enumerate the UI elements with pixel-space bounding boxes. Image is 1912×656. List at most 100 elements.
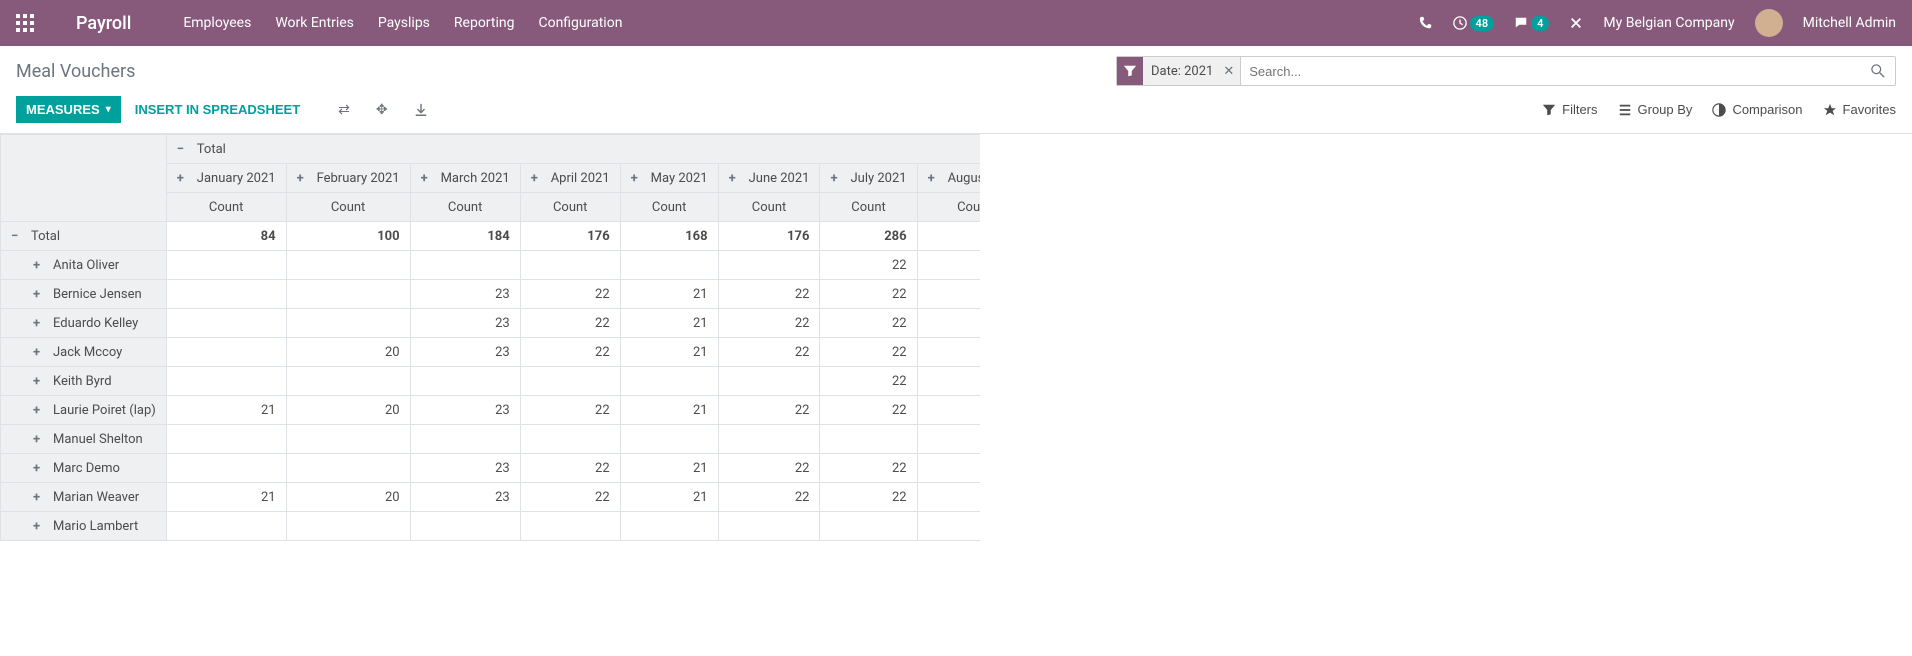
search-box: Date: 2021 ✕ [1116, 56, 1896, 86]
expand-icon[interactable]: + [729, 171, 743, 186]
pivot-cell [410, 425, 520, 454]
count-header: Count [718, 193, 820, 222]
expand-all-icon[interactable]: ✥ [368, 98, 396, 122]
user-menu[interactable]: Mitchell Admin [1803, 15, 1896, 31]
comparison-label: Comparison [1732, 102, 1802, 117]
pivot-cell: 20 [286, 338, 410, 367]
expand-icon[interactable]: + [421, 171, 435, 186]
flip-axis-icon[interactable]: ⇄ [330, 98, 358, 122]
row-header[interactable]: +Laurie Poiret (lap) [1, 396, 167, 425]
col-month-header[interactable]: +May 2021 [620, 164, 718, 193]
collapse-icon[interactable]: − [177, 142, 191, 157]
row-header[interactable]: +Bernice Jensen [1, 280, 167, 309]
col-month-header[interactable]: +February 2021 [286, 164, 410, 193]
nav-menu-payslips[interactable]: Payslips [378, 15, 430, 31]
pivot-cell: 15 [917, 251, 980, 280]
expand-icon[interactable]: + [177, 171, 191, 186]
pivot-cell: 176 [520, 222, 620, 251]
row-header[interactable]: +Manuel Shelton [1, 425, 167, 454]
pivot-cell [286, 454, 410, 483]
row-header[interactable]: +Mario Lambert [1, 512, 167, 541]
nav-right: 48 4 My Belgian Company Mitchell Admin [1419, 9, 1896, 37]
apps-icon[interactable] [16, 14, 34, 32]
pivot-cell: 22 [917, 512, 980, 541]
search-icon[interactable] [1861, 64, 1895, 79]
row-header[interactable]: +Keith Byrd [1, 367, 167, 396]
insert-spreadsheet-button[interactable]: INSERT IN SPREADSHEET [131, 96, 304, 123]
nav-menu-configuration[interactable]: Configuration [538, 15, 622, 31]
collapse-icon[interactable]: − [11, 229, 25, 244]
nav-menu-reporting[interactable]: Reporting [454, 15, 515, 31]
download-icon[interactable] [406, 98, 436, 122]
row-header[interactable]: +Marc Demo [1, 454, 167, 483]
nav-left: Payroll Employees Work Entries Payslips … [16, 13, 622, 34]
search-input[interactable] [1241, 60, 1861, 83]
row-header[interactable]: +Anita Oliver [1, 251, 167, 280]
pivot-cell [166, 512, 286, 541]
col-month-header[interactable]: +August 2021 [917, 164, 980, 193]
expand-icon[interactable]: + [33, 461, 47, 476]
pivot-cell [166, 338, 286, 367]
pivot-cell [620, 512, 718, 541]
col-month-header[interactable]: +April 2021 [520, 164, 620, 193]
expand-icon[interactable]: + [297, 171, 311, 186]
nav-menu-employees[interactable]: Employees [183, 15, 251, 31]
expand-icon[interactable]: + [33, 345, 47, 360]
expand-icon[interactable]: + [33, 490, 47, 505]
filters-button[interactable]: Filters [1542, 102, 1597, 117]
pivot-cell [286, 425, 410, 454]
facet-remove-icon[interactable]: ✕ [1221, 64, 1240, 79]
row-total-header[interactable]: −Total [1, 222, 167, 251]
expand-icon[interactable]: + [33, 316, 47, 331]
col-month-header[interactable]: +January 2021 [166, 164, 286, 193]
chat-icon[interactable]: 4 [1514, 16, 1549, 31]
count-header: Count [520, 193, 620, 222]
expand-icon[interactable]: + [830, 171, 844, 186]
expand-icon[interactable]: + [33, 432, 47, 447]
expand-icon[interactable]: + [531, 171, 545, 186]
expand-icon[interactable]: + [33, 403, 47, 418]
activity-icon[interactable]: 48 [1453, 16, 1495, 31]
col-month-header[interactable]: +July 2021 [820, 164, 917, 193]
pivot-cell: 23 [410, 483, 520, 512]
pivot-cell: 22 [520, 483, 620, 512]
measures-button[interactable]: MEASURES [16, 96, 121, 123]
pivot-cell: 22 [820, 251, 917, 280]
col-month-header[interactable]: +March 2021 [410, 164, 520, 193]
expand-icon[interactable]: + [631, 171, 645, 186]
nav-menu-work-entries[interactable]: Work Entries [275, 15, 354, 31]
filters-label: Filters [1562, 102, 1597, 117]
pivot-cell [286, 309, 410, 338]
chat-badge: 4 [1531, 16, 1549, 31]
comparison-button[interactable]: Comparison [1712, 102, 1802, 117]
cp-bottom: MEASURES INSERT IN SPREADSHEET ⇄ ✥ Filte… [0, 90, 1912, 133]
expand-icon[interactable]: + [33, 374, 47, 389]
pivot-cell [410, 512, 520, 541]
expand-icon[interactable]: + [33, 519, 47, 534]
expand-icon[interactable]: + [33, 287, 47, 302]
phone-icon[interactable] [1419, 16, 1433, 30]
pivot-cell [286, 280, 410, 309]
pivot-cell: 21 [620, 280, 718, 309]
app-title[interactable]: Payroll [76, 13, 131, 34]
row-header[interactable]: +Eduardo Kelley [1, 309, 167, 338]
favorites-button[interactable]: Favorites [1823, 102, 1896, 117]
avatar[interactable] [1755, 9, 1783, 37]
pivot-cell [820, 425, 917, 454]
main-navbar: Payroll Employees Work Entries Payslips … [0, 0, 1912, 46]
pivot-cell: 18 [917, 483, 980, 512]
company-switcher[interactable]: My Belgian Company [1603, 15, 1734, 31]
row-header[interactable]: +Jack Mccoy [1, 338, 167, 367]
pivot-cell [820, 512, 917, 541]
pivot-cell: 23 [410, 309, 520, 338]
group-by-button[interactable]: Group By [1618, 102, 1693, 117]
pivot-table: −Total +January 2021+February 2021+March… [0, 134, 980, 541]
pivot-cell: 22 [917, 309, 980, 338]
col-total-header[interactable]: −Total [166, 135, 980, 164]
expand-icon[interactable]: + [33, 258, 47, 273]
row-header[interactable]: +Marian Weaver [1, 483, 167, 512]
expand-icon[interactable]: + [928, 171, 942, 186]
close-tray-icon[interactable] [1569, 16, 1583, 30]
col-month-header[interactable]: +June 2021 [718, 164, 820, 193]
count-header: Count [286, 193, 410, 222]
